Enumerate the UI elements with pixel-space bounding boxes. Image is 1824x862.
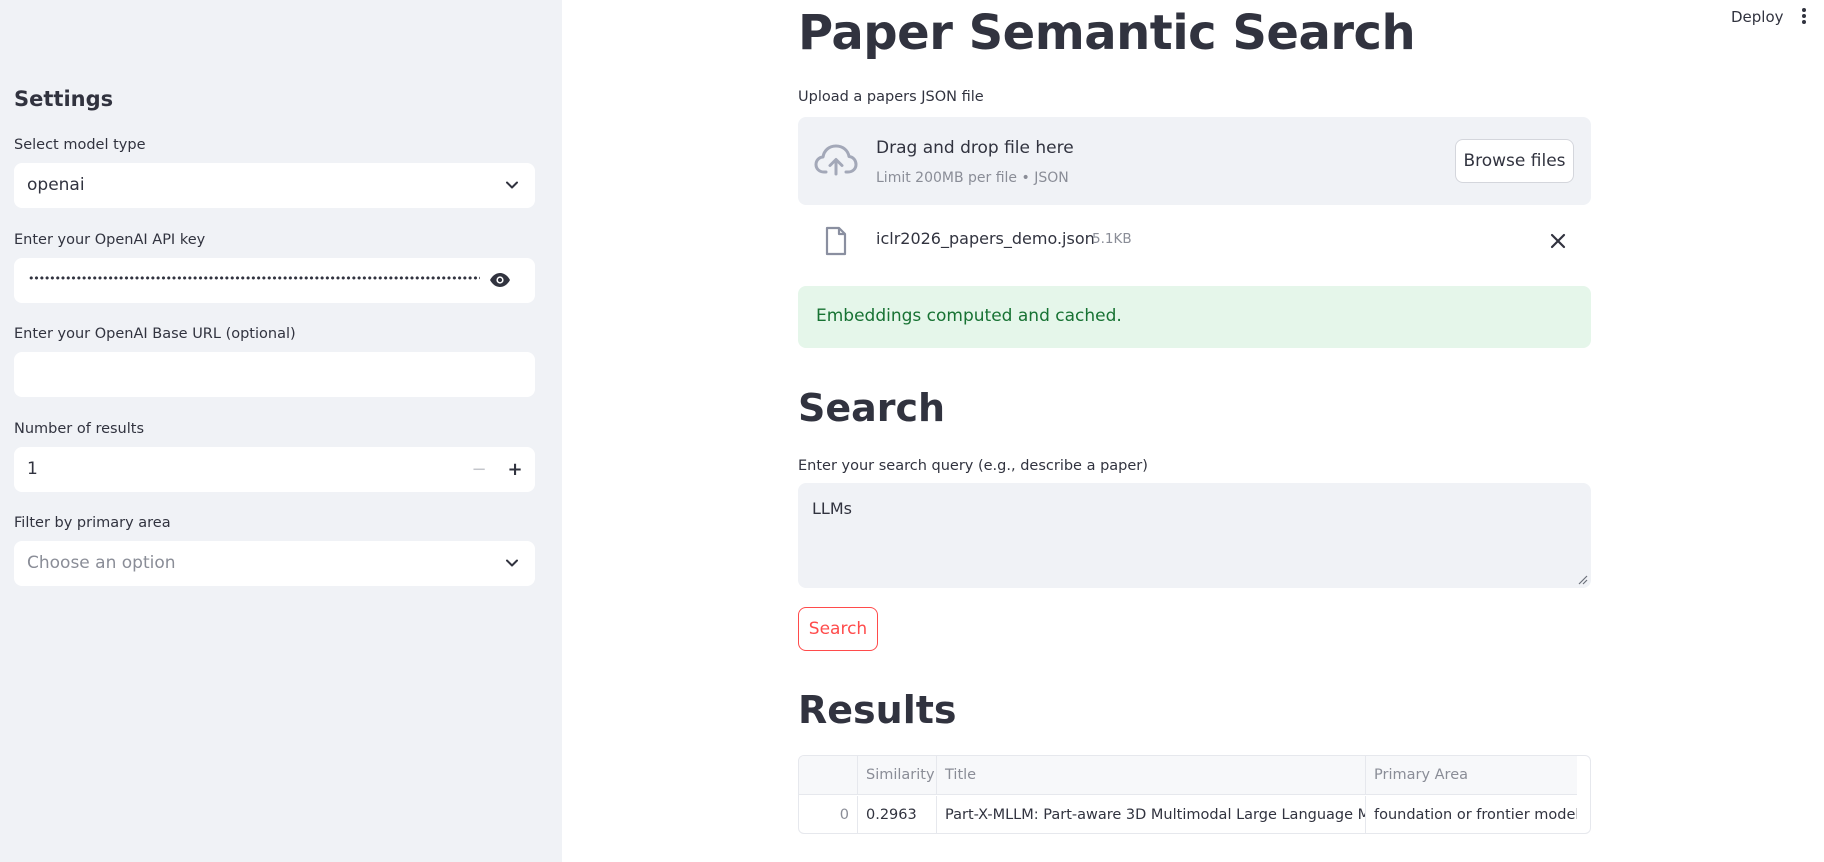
cloud-upload-icon: [814, 144, 858, 176]
base-url-label: Enter your OpenAI Base URL (optional): [14, 326, 296, 342]
table-row[interactable]: 0 0.2963 Part-X-MLLM: Part-aware 3D Mult…: [799, 796, 1577, 833]
success-alert: Embeddings computed and cached.: [798, 286, 1591, 348]
drop-text: Drag and drop file here: [876, 138, 1074, 158]
primary-area-cell: foundation or frontier models, including…: [1374, 807, 1577, 823]
primary-area-placeholder: Choose an option: [27, 553, 176, 573]
primary-area-label: Filter by primary area: [14, 515, 171, 531]
api-key-masked-value: ••••••••••••••••••••••••••••••••••••••••…: [28, 273, 480, 285]
chevron-down-icon: [506, 181, 518, 189]
file-icon: [825, 226, 847, 256]
column-header-index[interactable]: [799, 756, 858, 795]
search-button[interactable]: Search: [798, 607, 878, 651]
model-type-select[interactable]: openai: [14, 163, 535, 208]
search-query-textarea[interactable]: LLMs: [798, 483, 1591, 588]
deploy-button[interactable]: Deploy: [1731, 8, 1784, 26]
close-icon[interactable]: [1549, 232, 1567, 250]
upload-limit-text: Limit 200MB per file • JSON: [876, 170, 1069, 186]
chevron-down-icon: [506, 559, 518, 567]
query-value: LLMs: [812, 499, 852, 518]
table-header-row: Similarity Title Primary Area: [799, 756, 1577, 795]
success-message: Embeddings computed and cached.: [816, 306, 1122, 326]
upload-label: Upload a papers JSON file: [798, 89, 984, 105]
row-index-cell: 0: [799, 796, 858, 833]
sidebar-title: Settings: [14, 87, 114, 111]
num-results-value: 1: [27, 459, 38, 479]
results-heading: Results: [798, 688, 957, 732]
file-size: 5.1KB: [1092, 231, 1132, 247]
eye-icon[interactable]: [489, 272, 511, 288]
more-options-icon[interactable]: [1800, 7, 1808, 25]
decrement-button[interactable]: −: [467, 457, 491, 481]
file-name: iclr2026_papers_demo.json: [876, 229, 1095, 248]
resize-handle-icon[interactable]: [1578, 575, 1588, 585]
api-key-input[interactable]: ••••••••••••••••••••••••••••••••••••••••…: [14, 258, 535, 303]
uploaded-file: iclr2026_papers_demo.json 5.1KB: [798, 222, 1591, 262]
base-url-input[interactable]: [14, 352, 535, 397]
model-type-value: openai: [27, 175, 85, 195]
sidebar: Settings Select model type openai Enter …: [0, 0, 562, 862]
api-key-label: Enter your OpenAI API key: [14, 232, 206, 248]
search-heading: Search: [798, 386, 946, 430]
similarity-cell: 0.2963: [858, 796, 937, 833]
column-header-similarity[interactable]: Similarity: [858, 756, 937, 795]
browse-files-button[interactable]: Browse files: [1455, 139, 1574, 183]
num-results-label: Number of results: [14, 421, 145, 437]
num-results-stepper[interactable]: 1 − +: [14, 447, 535, 492]
increment-button[interactable]: +: [503, 457, 527, 481]
title-cell: Part-X-MLLM: Part-aware 3D Multimodal La…: [937, 796, 1366, 833]
primary-area-select[interactable]: Choose an option: [14, 541, 535, 586]
results-table[interactable]: Similarity Title Primary Area 0 0.2963 P…: [798, 755, 1591, 834]
file-dropzone[interactable]: Drag and drop file here Limit 200MB per …: [798, 117, 1591, 205]
query-label: Enter your search query (e.g., describe …: [798, 458, 1148, 474]
column-header-title[interactable]: Title: [937, 756, 1366, 795]
column-header-primary-area[interactable]: Primary Area: [1366, 756, 1577, 795]
page-title: Paper Semantic Search: [798, 5, 1416, 61]
model-type-label: Select model type: [14, 137, 146, 153]
